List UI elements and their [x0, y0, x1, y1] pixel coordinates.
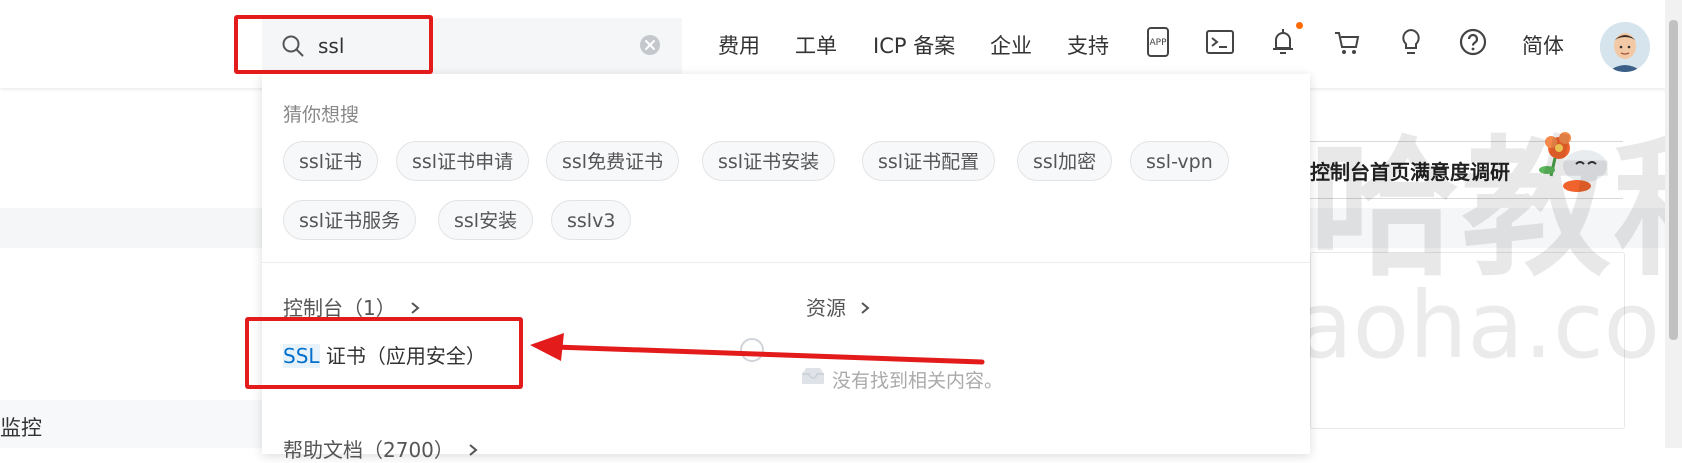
suggest-chip[interactable]: ssl证书安装: [702, 141, 836, 181]
chevron-right-icon: [861, 302, 870, 314]
left-label-monitor[interactable]: 监控: [0, 412, 42, 442]
guess-title: 猜你想搜: [283, 104, 360, 126]
nav-enterprise[interactable]: 企业: [990, 30, 1032, 60]
clear-icon[interactable]: [639, 34, 661, 56]
suggest-chip[interactable]: ssl免费证书: [546, 141, 680, 181]
scrollbar-thumb[interactable]: [1669, 20, 1678, 340]
chevron-right-icon: [469, 444, 478, 456]
help-docs-section-title[interactable]: 帮助文档（2700）: [283, 434, 480, 463]
suggest-chip[interactable]: ssl-vpn: [1130, 141, 1229, 181]
search-suggest-dropdown: 猜你想搜 ssl证书 ssl证书申请 ssl免费证书 ssl证书安装 ssl证书…: [262, 74, 1310, 462]
nav-support[interactable]: 支持: [1067, 30, 1109, 60]
suggest-chip[interactable]: ssl安装: [438, 200, 534, 240]
lightbulb-icon[interactable]: [1396, 26, 1426, 58]
nav-billing[interactable]: 费用: [718, 30, 760, 60]
annotation-box-search: [234, 15, 433, 74]
empty-text: 没有找到相关内容。: [832, 370, 1004, 392]
suggest-chip[interactable]: ssl证书服务: [283, 200, 417, 240]
help-docs-label: 帮助文档（2700）: [283, 438, 454, 462]
chevron-right-icon: [411, 302, 420, 314]
app-download-icon[interactable]: APP: [1143, 26, 1173, 58]
page-grey-band: [0, 208, 262, 248]
suggest-chip[interactable]: ssl证书配置: [862, 141, 996, 181]
page-grey-band-right: [1310, 208, 1682, 248]
right-card: [1310, 252, 1625, 429]
resources-section-label: 资源: [806, 296, 846, 320]
bell-icon[interactable]: [1268, 26, 1298, 58]
flower-mascot-icon: [1539, 132, 1607, 192]
notification-dot: [1296, 22, 1303, 29]
language-switch[interactable]: 简体: [1522, 30, 1564, 60]
resources-section-title[interactable]: 资源: [806, 292, 872, 321]
terminal-icon[interactable]: [1205, 26, 1235, 58]
avatar-face-icon: [1600, 22, 1650, 72]
empty-box-icon: [802, 368, 824, 384]
suggest-chip[interactable]: sslv3: [551, 200, 632, 240]
suggest-chip[interactable]: ssl证书申请: [396, 141, 530, 181]
help-icon[interactable]: [1458, 26, 1488, 58]
annotation-box-result: [245, 317, 523, 389]
cart-icon[interactable]: [1332, 26, 1362, 58]
suggest-chip[interactable]: ssl加密: [1017, 141, 1113, 181]
nav-tickets[interactable]: 工单: [795, 30, 837, 60]
suggest-chip[interactable]: ssl证书: [283, 141, 379, 181]
dropdown-divider: [262, 262, 1310, 263]
survey-banner-text: 控制台首页满意度调研: [1310, 160, 1510, 184]
survey-banner[interactable]: 控制台首页满意度调研: [1300, 132, 1623, 199]
avatar[interactable]: [1600, 22, 1650, 72]
nav-icp[interactable]: ICP 备案: [873, 30, 955, 60]
svg-text:APP: APP: [1149, 38, 1167, 48]
